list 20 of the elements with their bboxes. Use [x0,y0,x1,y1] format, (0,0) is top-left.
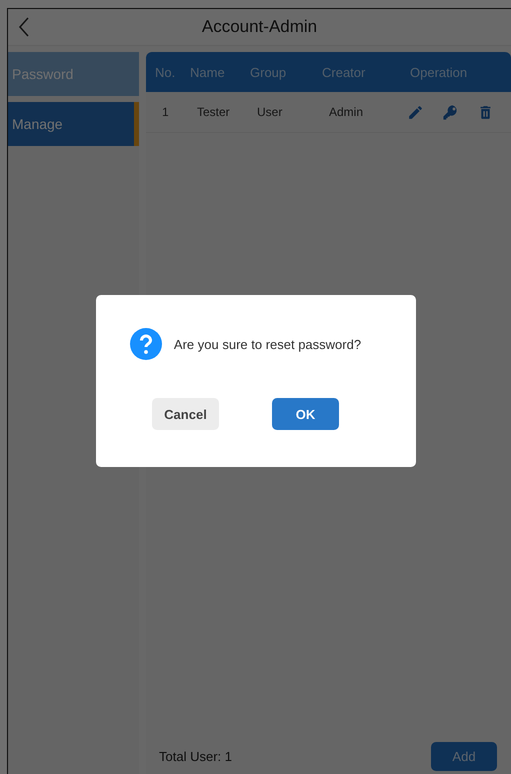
dialog-message: Are you sure to reset password? [174,336,362,352]
column-header: Name [190,64,226,80]
table-cell-text: Tester [197,105,231,119]
ok-button[interactable]: OK [272,398,339,430]
back-icon[interactable] [18,17,30,37]
pencil-icon[interactable] [407,104,424,120]
column-header: No. [155,64,176,80]
column-header: Operation [409,64,468,80]
key-icon[interactable] [442,104,459,120]
table-cell-text: Admin [329,105,364,119]
add-button[interactable]: Add [431,742,497,770]
table-cell-text: User [257,105,284,119]
question-icon [130,328,162,360]
total-user-label: Total User: 1 [159,748,232,764]
table-cell-text: 1 [162,105,170,119]
sidebar-item[interactable]: Manage [8,102,139,146]
column-header: Group [250,64,288,80]
cancel-button[interactable]: Cancel [152,398,219,430]
column-header: Creator [322,64,366,80]
page-title: Account-Admin [202,17,318,37]
